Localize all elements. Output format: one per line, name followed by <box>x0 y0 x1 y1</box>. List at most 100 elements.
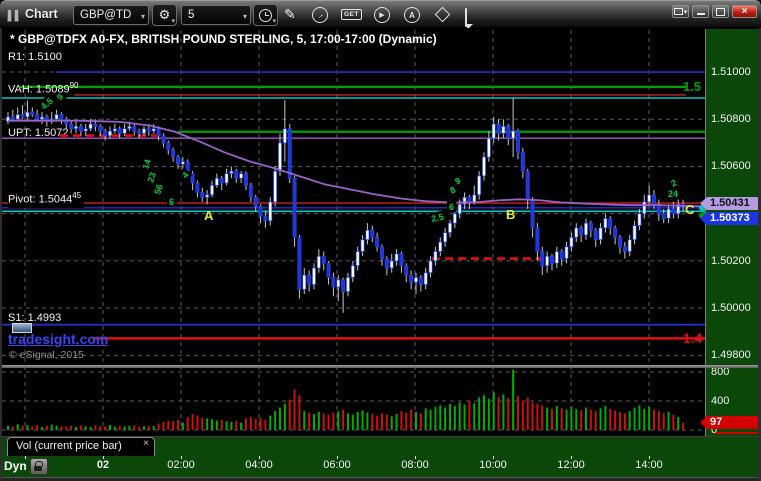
candle-body <box>132 125 137 132</box>
candle-body <box>598 227 603 241</box>
volume-bar <box>657 411 660 430</box>
volume-bar <box>45 426 48 430</box>
volume-bar <box>21 426 24 430</box>
watermark-link[interactable]: tradesight.com <box>8 331 108 347</box>
time-axis-label: 14:00 <box>635 459 663 471</box>
volume-bar <box>390 416 393 430</box>
candle-body <box>515 130 520 153</box>
candle-body <box>54 114 59 120</box>
volume-bar <box>293 389 296 430</box>
volume-bar <box>181 422 184 430</box>
volume-bar <box>342 409 345 430</box>
candle-body <box>161 135 166 144</box>
volume-bar <box>395 414 398 430</box>
volume-bar <box>65 426 68 430</box>
candle-body <box>559 251 564 259</box>
volume-bar <box>152 426 155 430</box>
candle-body <box>535 227 540 252</box>
volume-bar <box>230 422 233 430</box>
candle-body <box>375 236 380 248</box>
vah-superscript: 90 <box>69 81 79 90</box>
volume-bar <box>11 426 14 430</box>
pivot-level-label: Pivot: 1.504445 <box>8 191 85 208</box>
volume-bar <box>31 426 34 430</box>
time-axis-tick <box>415 456 416 459</box>
candle-body <box>253 196 258 208</box>
trade-annotation: 24 <box>668 189 678 199</box>
candle-body <box>530 199 535 229</box>
volume-bar <box>609 408 612 430</box>
volume-bar <box>79 425 82 430</box>
candle-body <box>331 277 336 288</box>
volume-bar <box>16 424 19 430</box>
volume-bar <box>84 426 87 430</box>
volume-bar <box>526 397 529 430</box>
volume-bar <box>225 421 228 430</box>
candle-body <box>93 123 98 127</box>
volume-bar <box>123 426 126 430</box>
candle-body <box>525 170 530 200</box>
candle-body <box>447 222 452 233</box>
volume-bar <box>167 420 170 430</box>
chart-plot[interactable]: 4.5 9142356642.5689242A B C <box>0 0 761 481</box>
volume-bar <box>240 422 243 430</box>
volume-bar <box>414 411 417 430</box>
volume-bar <box>555 406 558 430</box>
time-axis-tick <box>493 456 494 459</box>
volume-bar <box>36 425 39 430</box>
volume-bar <box>429 409 432 430</box>
volume-bar <box>453 406 456 430</box>
volume-bar <box>575 408 578 430</box>
candle-body <box>574 227 579 238</box>
volume-bar <box>463 404 466 430</box>
close-icon[interactable]: × <box>143 438 149 450</box>
last-value-tag: 1.50373 <box>700 212 761 225</box>
candle-body <box>88 123 93 130</box>
volume-bar <box>439 405 442 430</box>
candle-body <box>141 128 146 134</box>
volume-bar <box>361 410 364 430</box>
candle-body <box>35 114 40 120</box>
copyright-text: © eSignal, 2015 <box>9 349 84 361</box>
candle-body <box>248 184 253 198</box>
volume-bar <box>648 406 651 430</box>
candle-body <box>20 114 25 118</box>
volume-bar <box>448 403 451 430</box>
volume-bar <box>254 419 257 430</box>
volume-bar <box>201 417 204 430</box>
candle-body <box>511 130 516 139</box>
volume-bar <box>147 425 150 430</box>
candle-body <box>569 236 574 248</box>
candle-body <box>25 111 30 118</box>
candle-body <box>282 128 287 144</box>
candle-body <box>137 130 142 134</box>
trade-annotation: 2.5 <box>430 212 444 224</box>
volume-bar <box>74 427 77 430</box>
dynamic-mode-label[interactable]: Dyn <box>4 459 27 473</box>
volume-bar <box>521 400 524 430</box>
volume-bar <box>478 397 481 430</box>
volume-bar <box>400 411 403 430</box>
price-axis-label: 1.50800 <box>711 113 751 126</box>
time-axis-label: 02 <box>96 459 110 471</box>
volume-bar <box>259 417 262 430</box>
time-axis-label: 02:00 <box>167 459 195 471</box>
tab-volume-study[interactable]: Vol (current price bar) × <box>7 437 155 456</box>
candle-body <box>302 274 307 290</box>
letter-marker-C: C <box>685 202 695 217</box>
pane-splitter[interactable] <box>0 365 761 368</box>
candle-body <box>379 246 384 259</box>
volume-bar <box>7 425 9 430</box>
trade-annotation: 6 <box>169 197 174 207</box>
time-axis-tick <box>337 456 338 459</box>
candle-body <box>326 262 331 278</box>
time-axis-label: 04:00 <box>245 459 273 471</box>
lock-icon[interactable] <box>30 458 48 475</box>
candle-body <box>268 201 273 222</box>
volume-bar <box>565 409 568 430</box>
candle-body <box>117 128 122 134</box>
trade-annotation: 6 <box>449 202 454 212</box>
volume-bar <box>662 413 665 430</box>
candle-body <box>637 213 642 226</box>
volume-bar <box>191 414 194 430</box>
